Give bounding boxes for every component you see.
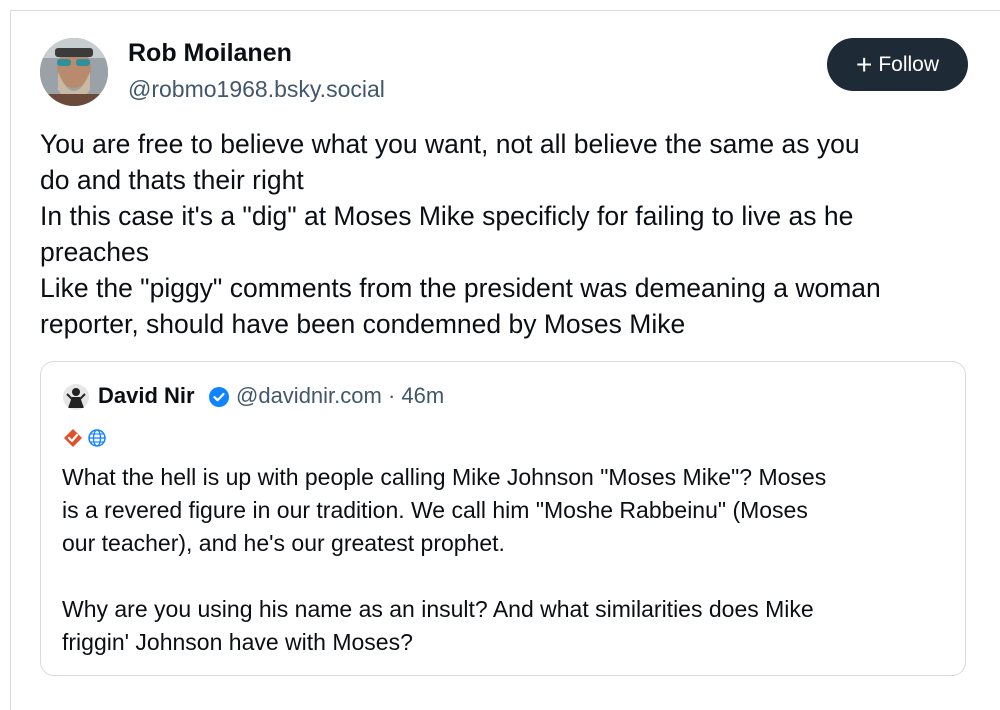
author-handle[interactable]: @robmo1968.bsky.social xyxy=(128,76,385,103)
quoted-text-line: friggin' Johnson have with Moses? xyxy=(62,629,413,655)
follow-button[interactable]: + Follow xyxy=(827,38,968,91)
quoted-author-avatar[interactable] xyxy=(63,384,89,410)
post-text-line: do and thats their right xyxy=(40,165,304,195)
post-text-line: Like the "piggy" comments from the presi… xyxy=(40,273,881,303)
quoted-text-line: our teacher), and he's our greatest prop… xyxy=(62,530,505,556)
globe-icon[interactable] xyxy=(87,428,107,453)
verified-check-icon xyxy=(209,387,229,407)
red-check-badge-icon[interactable] xyxy=(63,428,83,453)
quoted-post-text: What the hell is up with people calling … xyxy=(62,461,942,659)
quoted-text-line: What the hell is up with people calling … xyxy=(62,464,827,490)
post-text-line: reporter, should have been condemned by … xyxy=(40,309,686,339)
quoted-author-name[interactable]: David Nir xyxy=(98,383,195,409)
quoted-post[interactable]: David Nir @davidnir.com · 46m What the h… xyxy=(40,361,966,676)
quoted-author-handle-time[interactable]: @davidnir.com · 46m xyxy=(236,383,444,409)
post-text-line: In this case it's a "dig" at Moses Mike … xyxy=(40,201,854,231)
author-name[interactable]: Rob Moilanen xyxy=(128,39,292,68)
author-avatar[interactable] xyxy=(40,38,108,106)
post-text: You are free to believe what you want, n… xyxy=(40,126,980,342)
quoted-text-line: is a revered figure in our tradition. We… xyxy=(62,497,808,523)
follow-button-label: Follow xyxy=(878,52,940,76)
post-text-line: preaches xyxy=(40,237,150,267)
plus-icon: + xyxy=(855,48,873,80)
post-text-line: You are free to believe what you want, n… xyxy=(40,129,860,159)
quoted-text-line: Why are you using his name as an insult?… xyxy=(62,596,814,622)
